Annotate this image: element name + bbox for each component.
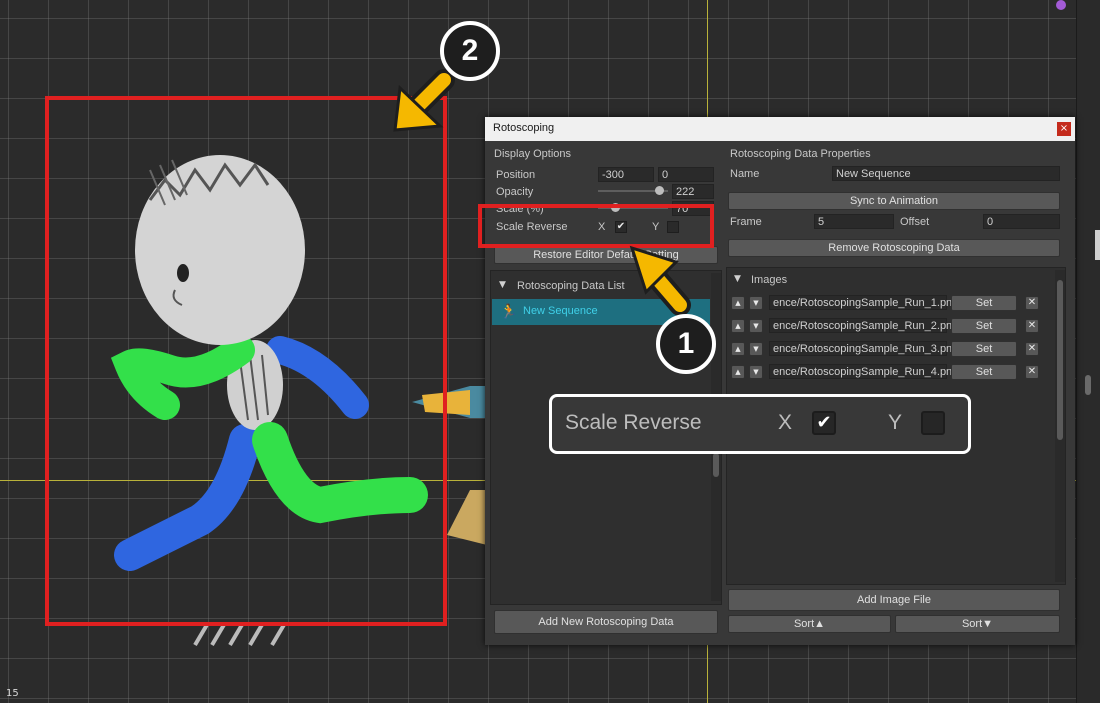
images-scrollbar-thumb[interactable] xyxy=(1057,280,1063,440)
pencil-tan xyxy=(447,490,487,545)
window-titlebar[interactable]: Rotoscoping × xyxy=(485,117,1075,141)
name-label: Name xyxy=(730,168,760,180)
callout-y-label: Y xyxy=(888,411,903,434)
list-scrollbar-thumb[interactable] xyxy=(713,453,719,477)
image-row: ▲ ▼ ence/RotoscopingSample_Run_4.png Set ✕ xyxy=(727,363,1057,381)
set-image-button[interactable]: Set xyxy=(951,318,1017,334)
collapse-triangle-icon[interactable]: ▼ xyxy=(499,280,506,290)
image-path-field[interactable]: ence/RotoscopingSample_Run_1.png xyxy=(769,295,958,310)
delete-image-icon[interactable]: ✕ xyxy=(1025,365,1039,379)
data-list-header: Rotoscoping Data List xyxy=(517,280,625,292)
running-figure-icon: 🏃 xyxy=(500,304,518,320)
offset-label: Offset xyxy=(900,216,930,228)
scale-reverse-callout: Scale Reverse X ✔ Y xyxy=(549,394,971,454)
position-y-field[interactable]: 0 xyxy=(658,167,714,182)
move-up-button[interactable]: ▲ xyxy=(731,296,745,310)
add-new-data-button[interactable]: Add New Rotoscoping Data xyxy=(494,610,718,634)
callout-y-checkbox xyxy=(921,411,945,435)
position-label: Position xyxy=(496,169,536,181)
name-field[interactable]: New Sequence xyxy=(832,166,1060,181)
delete-image-icon[interactable]: ✕ xyxy=(1025,342,1039,356)
ground-strokes xyxy=(193,621,287,647)
sort-ascending-button[interactable]: Sort▲ xyxy=(728,615,891,633)
image-row: ▲ ▼ ence/RotoscopingSample_Run_3.png Set ✕ xyxy=(727,340,1057,358)
callout-label: Scale Reverse xyxy=(565,411,702,434)
step-badge-two: 2 xyxy=(440,21,500,81)
move-down-button[interactable]: ▼ xyxy=(749,319,763,333)
image-row: ▲ ▼ ence/RotoscopingSample_Run_1.png Set ✕ xyxy=(727,294,1057,312)
close-button[interactable]: × xyxy=(1057,122,1071,136)
images-header: Images xyxy=(751,274,788,286)
properties-header: Rotoscoping Data Properties xyxy=(730,148,871,160)
images-collapse-triangle-icon[interactable]: ▼ xyxy=(734,274,741,284)
restore-default-button[interactable]: Restore Editor Default Setting xyxy=(494,246,718,264)
set-image-button[interactable]: Set xyxy=(951,364,1017,380)
image-row: ▲ ▼ ence/RotoscopingSample_Run_2.png Set ✕ xyxy=(727,317,1057,335)
corner-running-icon xyxy=(1056,0,1066,10)
set-image-button[interactable]: Set xyxy=(951,295,1017,311)
images-scrollbar[interactable] xyxy=(1055,270,1065,582)
image-path-field[interactable]: ence/RotoscopingSample_Run_2.png xyxy=(769,318,958,333)
position-x-field[interactable]: -300 xyxy=(598,167,654,182)
callout-x-checkbox: ✔ xyxy=(812,411,836,435)
delete-image-icon[interactable]: ✕ xyxy=(1025,319,1039,333)
remove-data-button[interactable]: Remove Rotoscoping Data xyxy=(728,239,1060,257)
delete-image-icon[interactable]: ✕ xyxy=(1025,296,1039,310)
move-up-button[interactable]: ▲ xyxy=(731,342,745,356)
sort-descending-button[interactable]: Sort▼ xyxy=(895,615,1060,633)
display-options-header: Display Options xyxy=(494,148,572,160)
move-down-button[interactable]: ▼ xyxy=(749,296,763,310)
rotoscoping-window: Rotoscoping × Display Options Position -… xyxy=(485,117,1075,645)
opacity-field[interactable]: 222 xyxy=(672,184,714,199)
step-badge-one: 1 xyxy=(656,314,716,374)
move-up-button[interactable]: ▲ xyxy=(731,365,745,379)
move-up-button[interactable]: ▲ xyxy=(731,319,745,333)
move-down-button[interactable]: ▼ xyxy=(749,342,763,356)
set-image-button[interactable]: Set xyxy=(951,341,1017,357)
opacity-slider-thumb[interactable] xyxy=(654,186,664,195)
image-path-field[interactable]: ence/RotoscopingSample_Run_3.png xyxy=(769,341,958,356)
move-down-button[interactable]: ▼ xyxy=(749,365,763,379)
window-title: Rotoscoping xyxy=(493,122,555,134)
scale-reverse-highlight xyxy=(478,204,714,248)
image-path-field[interactable]: ence/RotoscopingSample_Run_4.png xyxy=(769,364,958,379)
frame-label: Frame xyxy=(730,216,762,228)
list-item-label: New Sequence xyxy=(523,305,598,317)
add-image-button[interactable]: Add Image File xyxy=(728,589,1060,611)
opacity-label: Opacity xyxy=(496,186,534,198)
frame-field[interactable]: 5 xyxy=(814,214,894,229)
callout-x-label: X xyxy=(778,411,793,434)
sync-animation-button[interactable]: Sync to Animation xyxy=(728,192,1060,210)
offset-field[interactable]: 0 xyxy=(983,214,1060,229)
character-bounds-highlight xyxy=(45,96,447,626)
